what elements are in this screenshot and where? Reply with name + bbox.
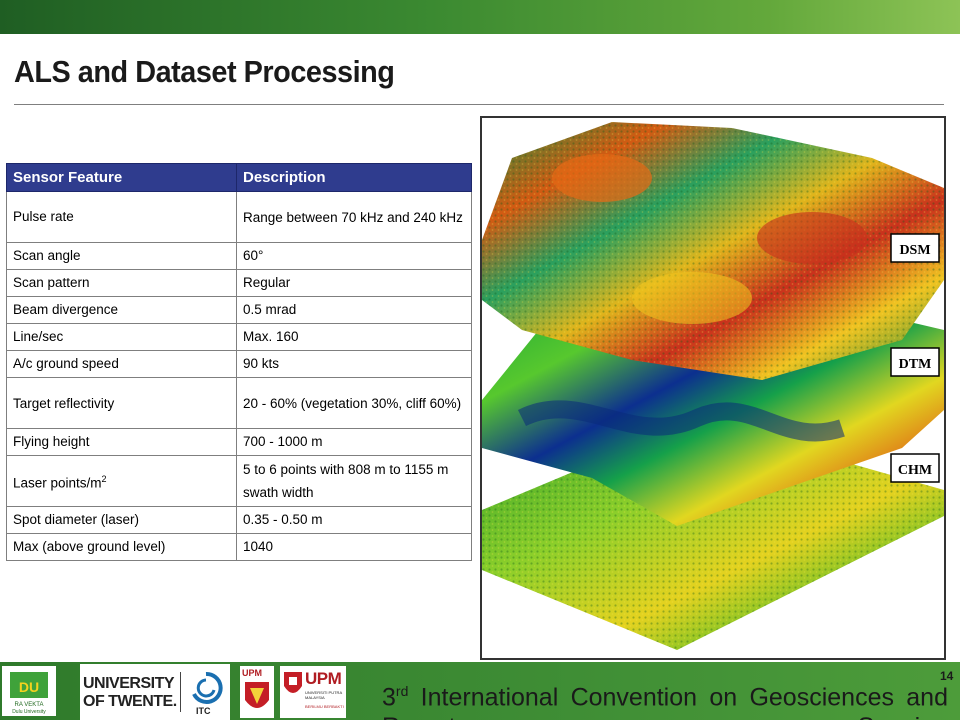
- table-header-row: Sensor Feature Description: [6, 163, 472, 192]
- upm-small-text: UPM: [242, 668, 262, 678]
- description-cell: Regular: [236, 269, 472, 297]
- dsm-label-box: DSM: [890, 233, 940, 263]
- description-cell: 0.5 mrad: [236, 296, 472, 324]
- upm-emblem-icon: [284, 672, 302, 693]
- table-row: Line/sec Max. 160: [6, 323, 472, 351]
- upm-crest-icon: [245, 682, 269, 708]
- convention-text: International Convention on Geosciences …: [382, 683, 948, 720]
- table-row: Scan angle 60°: [6, 242, 472, 270]
- description-cell: Max. 160: [236, 323, 472, 351]
- table-row: Beam divergence 0.5 mrad: [6, 296, 472, 324]
- ra-logo-text-1: RA VEKTA: [15, 702, 44, 708]
- feature-cell: Spot diameter (laser): [6, 506, 237, 534]
- svg-text:DU: DU: [19, 679, 39, 695]
- feature-cell: Beam divergence: [6, 296, 237, 324]
- twente-itc-logo: UNIVERSITY OF TWENTE. ITC: [80, 664, 230, 720]
- feature-cell: Laser points/m2: [6, 455, 237, 507]
- table-row: Spot diameter (laser) 0.35 - 0.50 m: [6, 506, 472, 534]
- description-cell: Range between 70 kHz and 240 kHz: [236, 191, 472, 243]
- header-description: Description: [236, 163, 472, 192]
- description-cell: 20 - 60% (vegetation 30%, cliff 60%): [236, 377, 472, 429]
- upm-small-logo: UPM: [240, 666, 274, 718]
- convention-ordinal: 3: [382, 683, 396, 712]
- convention-title: 3rd International Convention on Geoscien…: [382, 676, 948, 720]
- convention-ordinal-suffix: rd: [395, 683, 409, 699]
- feature-cell: Max (above ground level): [6, 533, 237, 561]
- upm-main-logo: UPM UNIVERSITI PUTRA MALAYSIA BERILMU BE…: [280, 666, 346, 718]
- feature-superscript: 2: [101, 473, 107, 484]
- table-row: Flying height 700 - 1000 m: [6, 428, 472, 456]
- lidar-surface-models-figure: DSM DTM CHM: [480, 116, 946, 660]
- chm-label-box: CHM: [890, 453, 940, 483]
- feature-cell: Flying height: [6, 428, 237, 456]
- description-cell: 1040: [236, 533, 472, 561]
- footer-bar: DU RA VEKTA Dulu University UNIVERSITY O…: [0, 662, 960, 720]
- feature-cell: Line/sec: [6, 323, 237, 351]
- itc-swirl-icon: [192, 671, 223, 704]
- feature-cell: A/c ground speed: [6, 350, 237, 378]
- itc-label: ITC: [196, 706, 211, 716]
- top-decorative-bar: [0, 0, 960, 34]
- dtm-label: DTM: [899, 357, 932, 372]
- table-row: Scan pattern Regular: [6, 269, 472, 297]
- description-cell: 700 - 1000 m: [236, 428, 472, 456]
- table-row: Max (above ground level) 1040: [6, 533, 472, 561]
- slide-title: ALS and Dataset Processing: [14, 54, 395, 89]
- description-cell: 60°: [236, 242, 472, 270]
- upm-big-text: UPM: [305, 669, 342, 688]
- header-sensor-feature: Sensor Feature: [6, 163, 237, 192]
- surface-layers-illustration: DSM DTM CHM: [482, 122, 944, 650]
- ra-logo-text-2: Dulu University: [12, 709, 46, 715]
- feature-cell: Scan angle: [6, 242, 237, 270]
- table-row: A/c ground speed 90 kts: [6, 350, 472, 378]
- upm-tagline: BERILMU BERBAKTI: [305, 704, 344, 709]
- table-row: Pulse rate Range between 70 kHz and 240 …: [6, 191, 472, 243]
- ra-logo: DU RA VEKTA Dulu University: [2, 666, 56, 716]
- title-divider: [14, 104, 944, 105]
- table-row: Laser points/m2 5 to 6 points with 808 m…: [6, 455, 472, 507]
- twente-line-2: OF TWENTE.: [83, 693, 177, 710]
- description-cell: 0.35 - 0.50 m: [236, 506, 472, 534]
- dtm-label-box: DTM: [890, 347, 940, 377]
- table-row: Target reflectivity 20 - 60% (vegetation…: [6, 377, 472, 429]
- description-cell: 90 kts: [236, 350, 472, 378]
- sensor-spec-table: Sensor Feature Description Pulse rate Ra…: [6, 163, 472, 561]
- feature-cell: Target reflectivity: [6, 377, 237, 429]
- upm-sub-text: UNIVERSITI PUTRA MALAYSIA: [305, 690, 342, 700]
- chm-label: CHM: [898, 463, 932, 478]
- twente-line-1: UNIVERSITY: [83, 675, 175, 692]
- page-number: 14: [940, 669, 954, 683]
- description-cell: 5 to 6 points with 808 m to 1155 m swath…: [236, 455, 472, 507]
- dsm-label: DSM: [899, 243, 930, 258]
- feature-cell: Scan pattern: [6, 269, 237, 297]
- logo-divider: [180, 672, 181, 712]
- feature-text: Laser points/m: [13, 475, 102, 491]
- feature-cell: Pulse rate: [6, 191, 237, 243]
